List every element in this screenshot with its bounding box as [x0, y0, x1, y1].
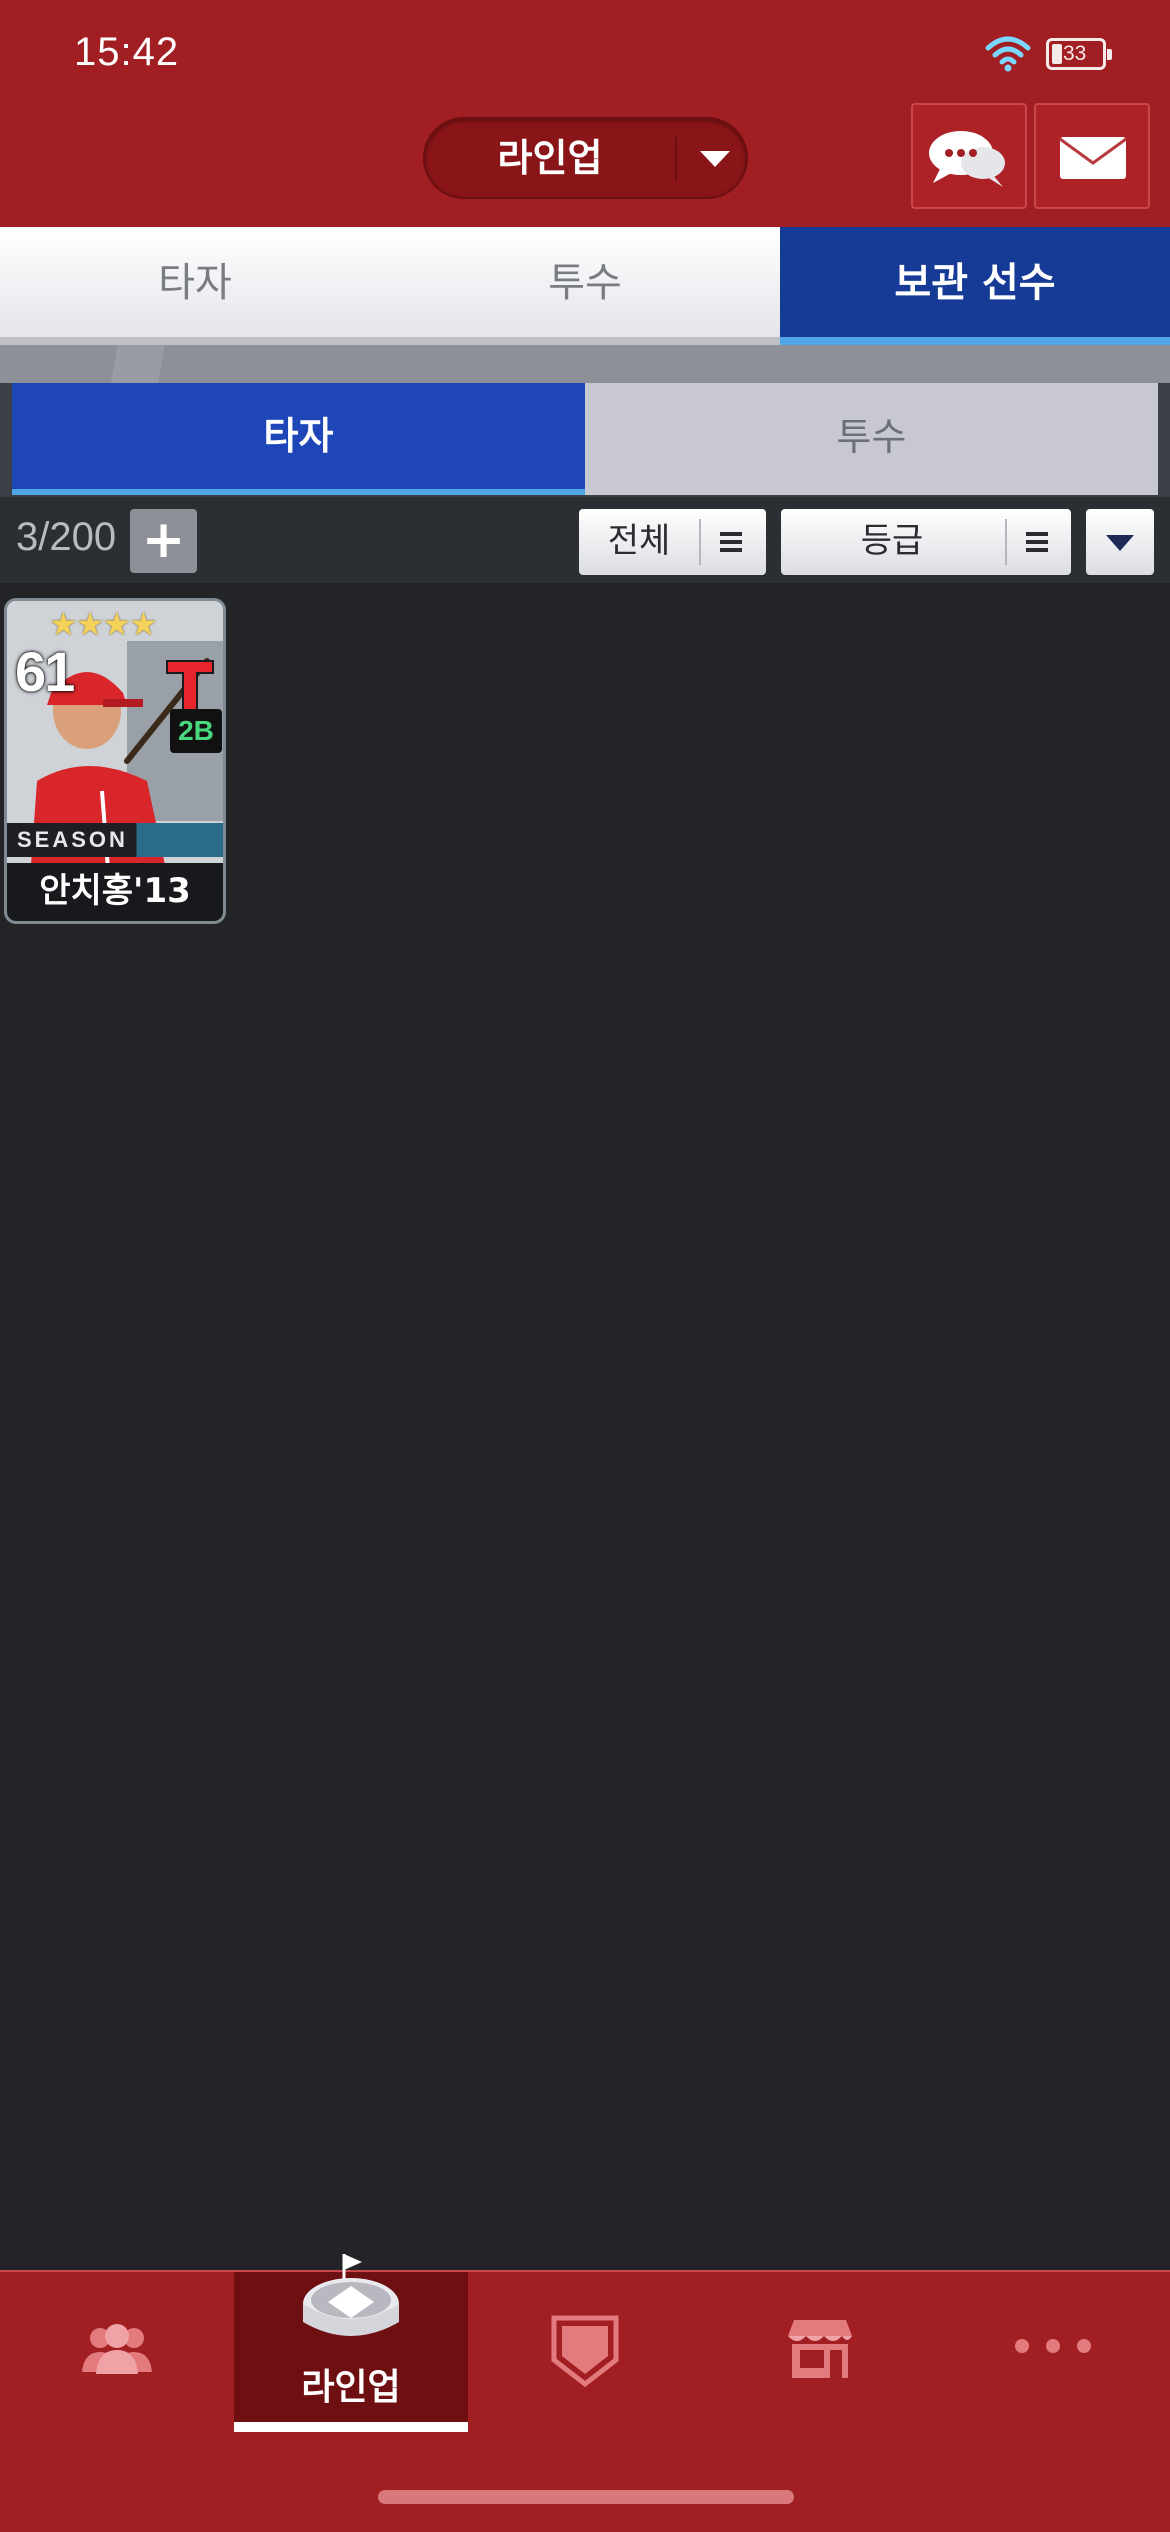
envelope-icon — [1059, 137, 1127, 179]
tab-pitchers[interactable]: 투수 — [390, 227, 780, 345]
decorative-strip — [0, 345, 1170, 383]
star-rating: ★★★★ — [49, 605, 158, 643]
add-slot-button[interactable]: + — [130, 509, 197, 573]
card-type-tag: SEASON — [7, 823, 223, 857]
sort-grade-label: 등급 — [860, 521, 924, 561]
chat-button[interactable] — [911, 103, 1027, 209]
tab-hitters[interactable]: 타자 — [0, 227, 390, 345]
chevron-down-icon[interactable] — [700, 151, 730, 167]
filter-divider — [1005, 519, 1007, 565]
wifi-icon — [985, 36, 1031, 72]
home-plate-icon — [551, 2315, 619, 2388]
battery-icon: 33 — [1046, 38, 1112, 70]
app-header: 15:42 33 라인업 — [0, 0, 1170, 227]
caret-down-icon — [1106, 535, 1134, 551]
position-badge: 2B — [170, 709, 222, 753]
nav-team[interactable] — [0, 2272, 234, 2432]
stadium-icon — [303, 2254, 399, 2336]
chat-bubbles-icon — [929, 131, 1005, 187]
team-icon — [82, 2324, 152, 2374]
top-tab-bar: 타자 투수 보관 선수 — [0, 227, 1170, 345]
list-toolbar: 3/200 + 전체 등급 — [0, 497, 1170, 583]
subtab-hitters[interactable]: 타자 — [12, 383, 585, 495]
mode-label: 라인업 — [497, 136, 603, 180]
nav-lineup[interactable]: 라인업 — [234, 2254, 468, 2432]
more-icon — [1015, 2339, 1091, 2353]
nav-more[interactable] — [936, 2272, 1170, 2432]
menu-icon — [720, 532, 742, 552]
nav-home-plate[interactable] — [468, 2272, 702, 2432]
filter-all-button[interactable]: 전체 — [579, 509, 766, 575]
mode-divider — [675, 137, 677, 181]
tab-stored-players[interactable]: 보관 선수 — [780, 227, 1170, 345]
nav-lineup-label: 라인업 — [301, 2367, 401, 2408]
filter-all-label: 전체 — [607, 521, 671, 561]
player-name: 안치홍'13 — [7, 863, 223, 921]
player-overall: 61 — [15, 640, 75, 703]
battery-level: 33 — [1063, 42, 1087, 65]
roster-count: 3/200 — [16, 515, 117, 559]
mail-button[interactable] — [1034, 103, 1150, 209]
nav-shop[interactable] — [702, 2272, 936, 2432]
home-indicator[interactable] — [378, 2490, 794, 2504]
status-time: 15:42 — [74, 30, 180, 74]
mode-selector[interactable]: 라인업 — [423, 117, 748, 199]
subtab-pitchers[interactable]: 투수 — [585, 383, 1158, 495]
player-card[interactable]: ★★★★ 61 2B SEASON 안치홍'13 — [4, 598, 226, 924]
shop-icon — [788, 2320, 852, 2378]
filter-divider — [699, 519, 701, 565]
menu-icon — [1026, 532, 1048, 552]
sort-order-button[interactable] — [1086, 509, 1154, 575]
sort-grade-button[interactable]: 등급 — [781, 509, 1071, 575]
sub-tab-bar: 타자 투수 — [12, 383, 1158, 495]
battery-level-fill — [1052, 44, 1062, 64]
